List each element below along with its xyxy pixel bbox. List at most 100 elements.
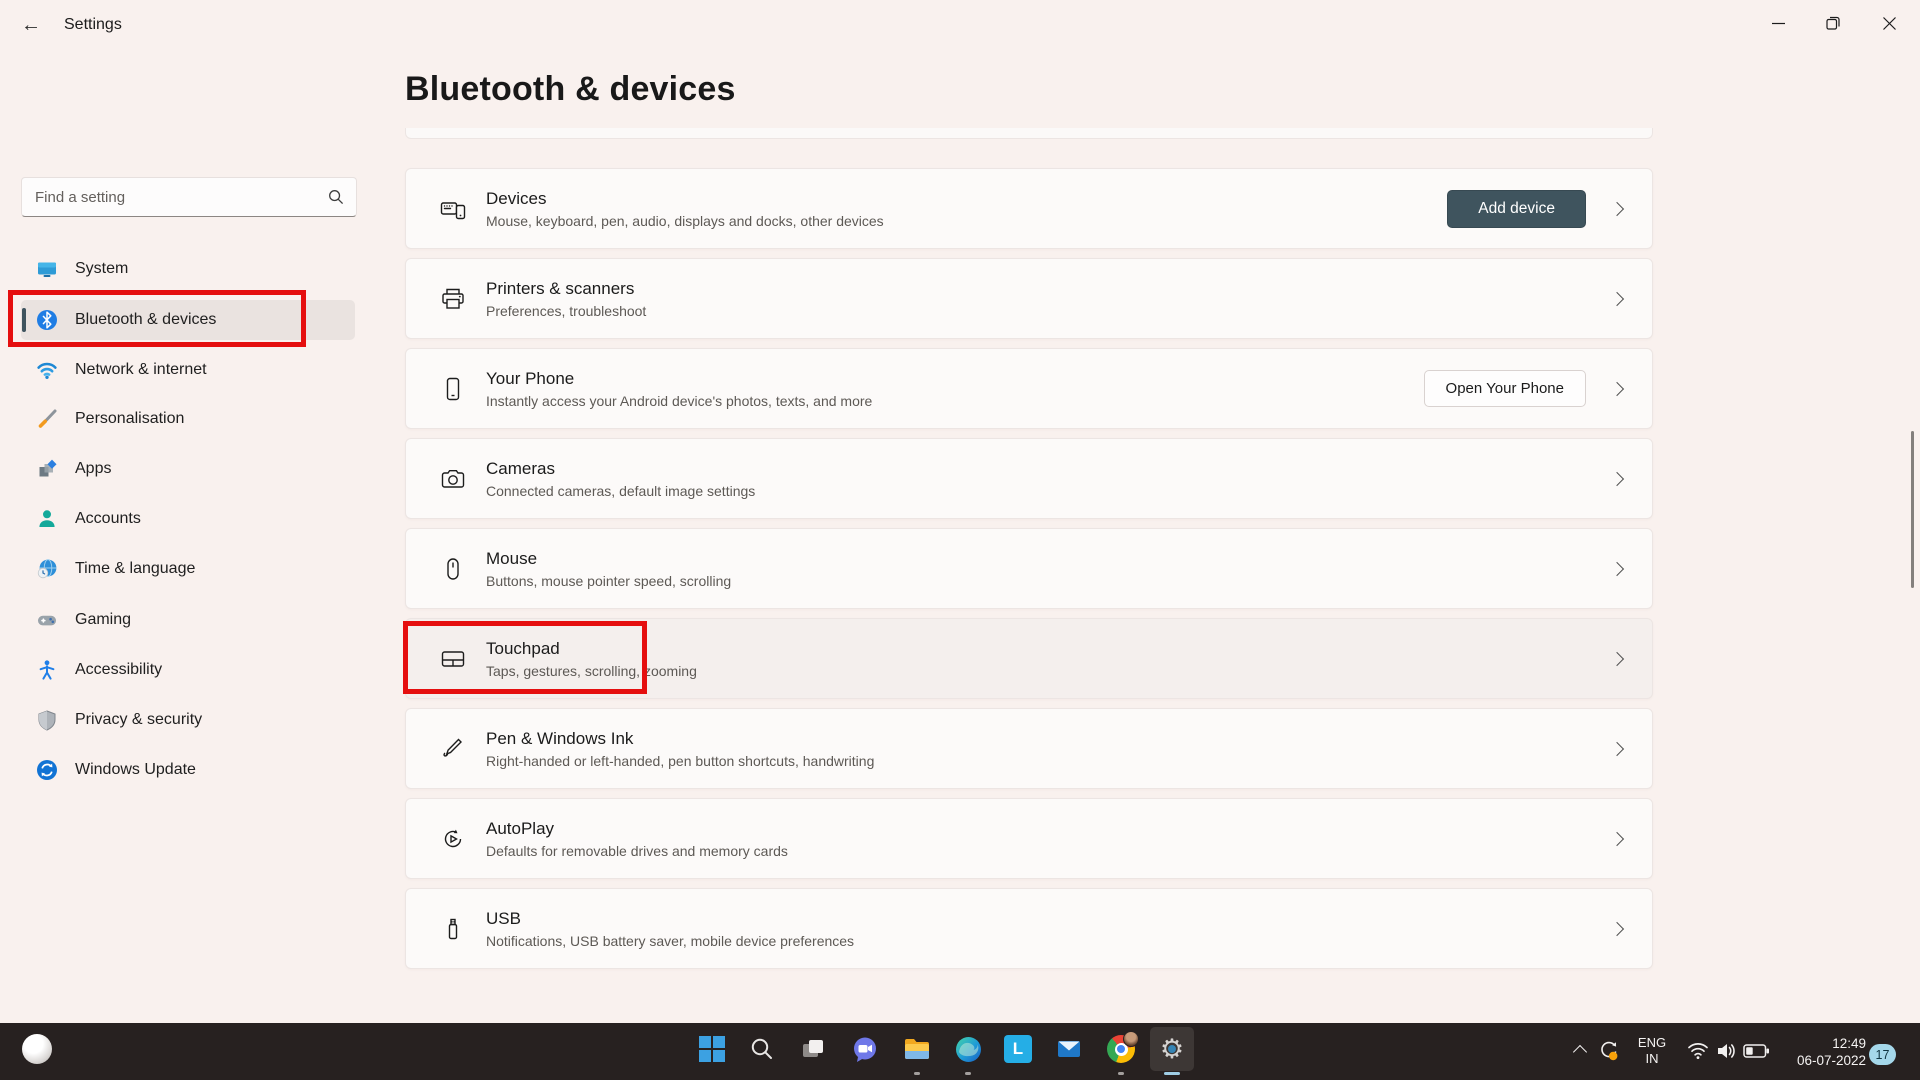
back-button[interactable]: ← — [14, 10, 48, 40]
open-your-phone-button[interactable]: Open Your Phone — [1424, 370, 1586, 407]
sidebar-item-label: Accounts — [75, 510, 141, 528]
minimize-button[interactable] — [1755, 0, 1801, 46]
search-icon — [749, 1036, 775, 1062]
search-box[interactable] — [21, 177, 357, 217]
date-text: 06-07-2022 — [1760, 1052, 1866, 1069]
chat-icon — [851, 1035, 879, 1063]
card-title: Your Phone — [486, 368, 1424, 389]
bluetooth-icon — [36, 309, 58, 331]
card-subtitle: Notifications, USB battery saver, mobile… — [486, 932, 1612, 950]
card-title: Devices — [486, 188, 1447, 209]
chevron-right-icon — [1610, 291, 1624, 305]
sidebar-item-accounts[interactable]: Accounts — [21, 499, 355, 539]
active-app-indicator — [1164, 1072, 1180, 1075]
settings-taskbar-button[interactable]: ⚙ — [1150, 1027, 1194, 1071]
start-button[interactable] — [690, 1027, 734, 1071]
card-printers-scanners[interactable]: Printers & scanners Preferences, trouble… — [405, 258, 1653, 339]
volume-tray-button[interactable] — [1714, 1040, 1740, 1062]
card-subtitle: Buttons, mouse pointer speed, scrolling — [486, 572, 1612, 590]
sidebar-item-label: Network & internet — [75, 361, 207, 379]
sidebar-item-windows-update[interactable]: Windows Update — [21, 750, 355, 790]
sidebar-item-system[interactable]: System — [21, 249, 355, 289]
scrollbar-thumb[interactable] — [1911, 431, 1914, 588]
time-language-icon — [36, 558, 58, 580]
pen-icon — [440, 736, 466, 762]
sidebar-item-apps[interactable]: Apps — [21, 449, 355, 489]
card-your-phone[interactable]: Your Phone Instantly access your Android… — [405, 348, 1653, 429]
close-icon — [1883, 17, 1896, 30]
windows-update-icon — [36, 759, 58, 781]
sidebar-item-network-internet[interactable]: Network & internet — [21, 350, 355, 390]
chevron-right-icon — [1610, 561, 1624, 575]
start-icon — [699, 1036, 725, 1062]
camera-icon — [440, 466, 466, 492]
card-autoplay[interactable]: AutoPlay Defaults for removable drives a… — [405, 798, 1653, 879]
network-icon — [36, 359, 58, 381]
system-icon — [36, 258, 58, 280]
card-title: USB — [486, 908, 1612, 929]
file-explorer-icon — [902, 1034, 932, 1064]
card-touchpad[interactable]: Touchpad Taps, gestures, scrolling, zoom… — [405, 618, 1653, 699]
notification-count-badge[interactable]: 17 — [1869, 1044, 1896, 1065]
search-input[interactable] — [22, 189, 328, 206]
card-subtitle: Connected cameras, default image setting… — [486, 482, 1612, 500]
privacy-shield-icon — [36, 709, 58, 731]
chrome-button[interactable] — [1099, 1027, 1143, 1071]
gaming-icon — [36, 609, 58, 631]
sidebar-item-label: Gaming — [75, 611, 131, 629]
card-subtitle: Right-handed or left-handed, pen button … — [486, 752, 1612, 770]
sidebar-item-label: System — [75, 260, 128, 278]
add-device-button[interactable]: Add device — [1447, 190, 1586, 228]
sidebar-item-personalisation[interactable]: Personalisation — [21, 399, 355, 439]
sidebar-item-label: Bluetooth & devices — [75, 311, 216, 329]
sidebar-item-time-language[interactable]: Time & language — [21, 549, 355, 589]
hidden-icons-button[interactable] — [1570, 1042, 1590, 1062]
card-title: Mouse — [486, 548, 1612, 569]
task-view-button[interactable] — [791, 1027, 835, 1071]
profile-avatar — [1123, 1031, 1139, 1047]
card-mouse[interactable]: Mouse Buttons, mouse pointer speed, scro… — [405, 528, 1653, 609]
edge-button[interactable] — [946, 1027, 990, 1071]
wifi-tray-button[interactable] — [1686, 1040, 1710, 1062]
card-subtitle: Taps, gestures, scrolling, zooming — [486, 662, 1612, 680]
sidebar-item-accessibility[interactable]: Accessibility — [21, 650, 355, 690]
language-indicator[interactable]: ENG IN — [1630, 1035, 1674, 1067]
search-icon — [328, 189, 344, 205]
card-title: Pen & Windows Ink — [486, 728, 1612, 749]
clock[interactable]: 12:49 06-07-2022 — [1760, 1035, 1866, 1069]
chevron-right-icon — [1610, 651, 1624, 665]
running-indicator — [914, 1072, 920, 1075]
mail-button[interactable] — [1047, 1027, 1091, 1071]
card-pen-windows-ink[interactable]: Pen & Windows Ink Right-handed or left-h… — [405, 708, 1653, 789]
file-explorer-button[interactable] — [895, 1027, 939, 1071]
card-cameras[interactable]: Cameras Connected cameras, default image… — [405, 438, 1653, 519]
taskbar-search-button[interactable] — [740, 1027, 784, 1071]
card-devices[interactable]: Devices Mouse, keyboard, pen, audio, dis… — [405, 168, 1653, 249]
close-button[interactable] — [1866, 0, 1912, 46]
touchpad-icon — [440, 646, 466, 672]
running-indicator — [1118, 1072, 1124, 1075]
sidebar-item-label: Personalisation — [75, 410, 184, 428]
apps-icon — [36, 458, 58, 480]
edge-icon — [954, 1035, 983, 1064]
sidebar-item-label: Apps — [75, 460, 111, 478]
browser-logo-icon[interactable] — [22, 1034, 52, 1064]
card-subtitle: Defaults for removable drives and memory… — [486, 842, 1612, 860]
accessibility-icon — [36, 659, 58, 681]
chevron-right-icon — [1610, 381, 1624, 395]
phone-icon — [440, 376, 466, 402]
sync-tray-button[interactable] — [1596, 1038, 1622, 1064]
chat-button[interactable] — [843, 1027, 887, 1071]
card-subtitle: Mouse, keyboard, pen, audio, displays an… — [486, 212, 1447, 230]
sidebar-item-bluetooth-devices[interactable]: Bluetooth & devices — [21, 300, 355, 340]
sidebar-item-privacy-security[interactable]: Privacy & security — [21, 700, 355, 740]
running-indicator — [965, 1072, 971, 1075]
accounts-icon — [36, 508, 58, 530]
card-usb[interactable]: USB Notifications, USB battery saver, mo… — [405, 888, 1653, 969]
l-app-button[interactable]: L — [996, 1027, 1040, 1071]
task-view-icon — [799, 1035, 827, 1063]
restore-button[interactable] — [1810, 0, 1856, 46]
sidebar-item-gaming[interactable]: Gaming — [21, 600, 355, 640]
card-title: AutoPlay — [486, 818, 1612, 839]
mail-icon — [1055, 1035, 1083, 1063]
